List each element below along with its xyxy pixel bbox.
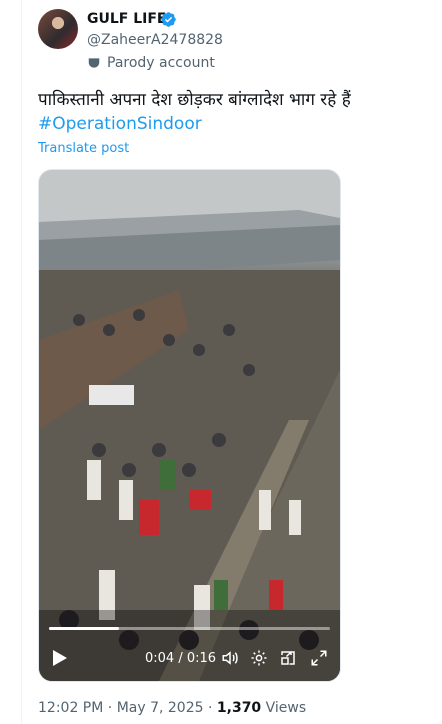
post-time[interactable]: 12:02 PM bbox=[38, 700, 103, 716]
post-meta: 12:02 PM · May 7, 2025 · 1,370 Views bbox=[38, 700, 307, 716]
verified-badge-icon[interactable] bbox=[160, 11, 177, 28]
fullscreen-icon[interactable] bbox=[310, 649, 328, 667]
video-progress-bar[interactable] bbox=[49, 627, 330, 630]
views-count: 1,370 bbox=[216, 700, 262, 716]
hashtag-link[interactable]: #OperationSindoor bbox=[38, 112, 418, 136]
picture-in-picture-icon[interactable] bbox=[279, 649, 297, 667]
video-time: 0:04 / 0:16 bbox=[145, 651, 216, 666]
duration: 0:16 bbox=[186, 651, 217, 666]
views-label: Views bbox=[265, 700, 307, 716]
author-handle[interactable]: @ZaheerA2478828 bbox=[87, 31, 223, 49]
play-icon[interactable] bbox=[52, 649, 68, 667]
video-player[interactable]: 0:04 / 0:16 bbox=[38, 169, 341, 682]
translate-post-link[interactable]: Translate post bbox=[38, 141, 129, 156]
video-frame bbox=[39, 170, 340, 681]
post-date[interactable]: May 7, 2025 bbox=[117, 700, 204, 716]
volume-icon[interactable] bbox=[221, 649, 239, 667]
video-progress-fill bbox=[49, 627, 120, 630]
settings-icon[interactable] bbox=[250, 649, 268, 667]
mask-icon bbox=[88, 58, 100, 68]
post-body: पाकिस्तानी अपना देश छोड़कर बांग्लादेश भा… bbox=[38, 90, 351, 110]
parody-account-label[interactable]: Parody account bbox=[87, 54, 215, 72]
avatar[interactable] bbox=[38, 9, 78, 49]
author-display-name[interactable]: GULF LIFE bbox=[87, 10, 166, 28]
post-text: पाकिस्तानी अपना देश छोड़कर बांग्लादेश भा… bbox=[38, 88, 418, 136]
thread-line bbox=[21, 0, 22, 724]
video-controls: 0:04 / 0:16 bbox=[39, 644, 340, 674]
parody-account-text: Parody account bbox=[107, 55, 215, 71]
time-separator: / bbox=[178, 651, 183, 666]
current-time: 0:04 bbox=[145, 651, 175, 666]
